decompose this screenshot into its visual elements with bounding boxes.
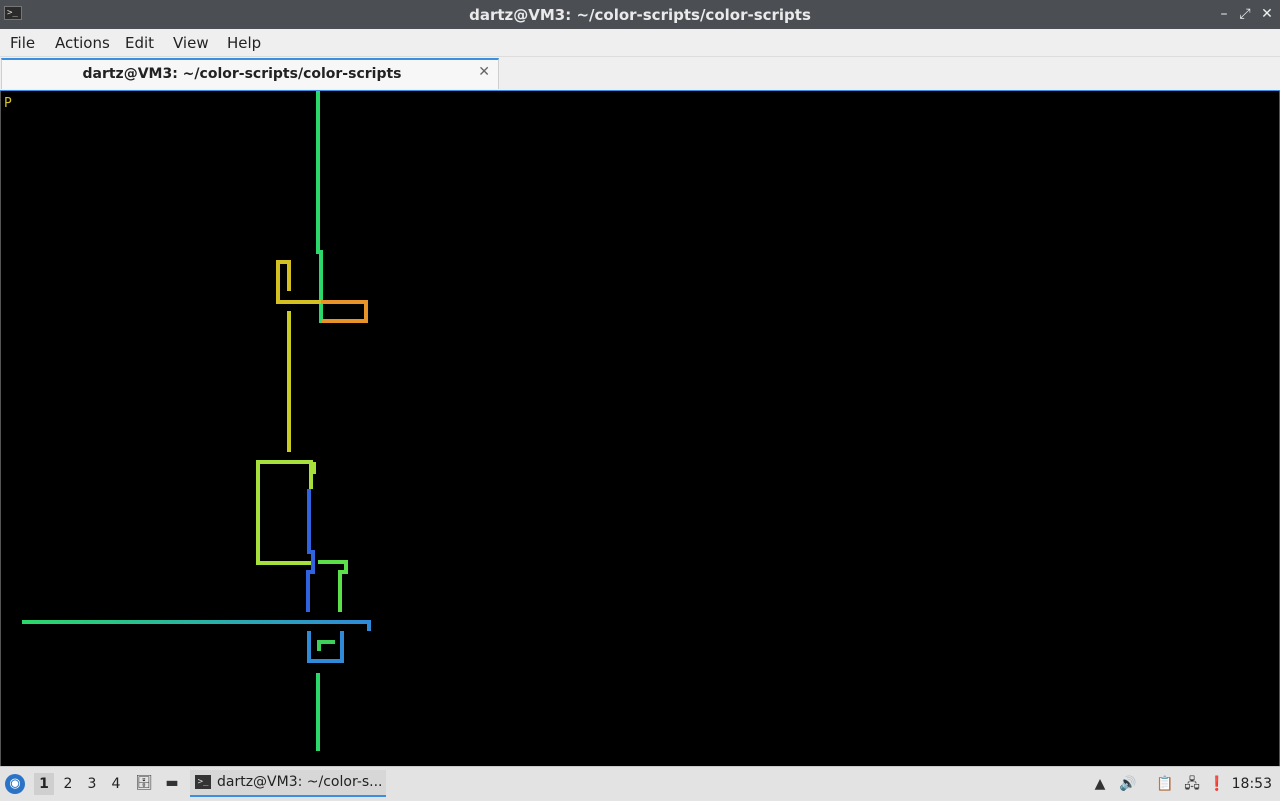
pipe-yellow-loop <box>276 260 321 304</box>
tab-label: dartz@VM3: ~/color-scripts/color-scripts <box>82 66 402 82</box>
maximize-icon[interactable]: ⤢ <box>1237 5 1253 23</box>
menu-edit[interactable]: Edit <box>125 34 154 52</box>
taskbar-terminal-item[interactable]: >_ dartz@VM3: ~/color-s... <box>190 770 386 797</box>
clipboard-icon[interactable]: 📋 <box>1156 775 1174 793</box>
pipe-horizontal <box>22 620 371 631</box>
tab-terminal[interactable]: dartz@VM3: ~/color-scripts/color-scripts… <box>1 58 499 89</box>
desktop-2[interactable]: 2 <box>58 773 78 795</box>
pipe-green-hook <box>318 560 348 612</box>
pipe-green-small <box>317 640 335 651</box>
window-title: dartz@VM3: ~/color-scripts/color-scripts <box>469 6 811 24</box>
desktop-3[interactable]: 3 <box>82 773 102 795</box>
show-desktop-icon[interactable]: ▬ <box>163 774 181 792</box>
pipe-blue <box>306 489 315 612</box>
tab-close-icon[interactable]: ✕ <box>478 64 490 80</box>
start-menu-icon[interactable]: ◉ <box>5 774 25 794</box>
file-manager-icon[interactable]: 🗄 <box>135 774 153 792</box>
menu-actions[interactable]: Actions <box>55 34 110 52</box>
menu-bar: File Actions Edit View Help <box>0 29 1280 57</box>
pipes-animation <box>22 91 371 751</box>
taskbar-item-label: dartz@VM3: ~/color-s... <box>217 774 383 790</box>
menu-help[interactable]: Help <box>227 34 261 52</box>
tab-bar: dartz@VM3: ~/color-scripts/color-scripts… <box>0 57 1280 92</box>
window-titlebar[interactable]: >_ dartz@VM3: ~/color-scripts/color-scri… <box>0 0 1280 29</box>
menu-view[interactable]: View <box>173 34 209 52</box>
pipe-green-top <box>316 91 323 323</box>
taskbar: ◉ 1 2 3 4 🗄 ▬ >_ dartz@VM3: ~/color-s...… <box>0 766 1280 801</box>
tray-up-arrow-icon[interactable]: ▲ <box>1091 775 1109 793</box>
desktop-1[interactable]: 1 <box>34 773 54 795</box>
pipe-lime-rect <box>256 460 313 565</box>
volume-icon[interactable]: 🔊 <box>1119 775 1137 793</box>
pipe-blue-cup <box>307 631 344 663</box>
desktop-4[interactable]: 4 <box>106 773 126 795</box>
menu-file[interactable]: File <box>10 34 35 52</box>
minimize-icon[interactable]: – <box>1216 5 1232 23</box>
network-icon[interactable]: 🖧 <box>1183 775 1201 793</box>
terminal-icon: >_ <box>195 775 211 789</box>
update-notifier-icon[interactable]: ❗ <box>1208 775 1226 793</box>
pipe-orange <box>321 300 368 323</box>
clock[interactable]: 18:53 <box>1232 776 1272 792</box>
close-icon[interactable]: ✕ <box>1259 5 1275 23</box>
terminal-area[interactable]: P <box>0 91 1280 766</box>
